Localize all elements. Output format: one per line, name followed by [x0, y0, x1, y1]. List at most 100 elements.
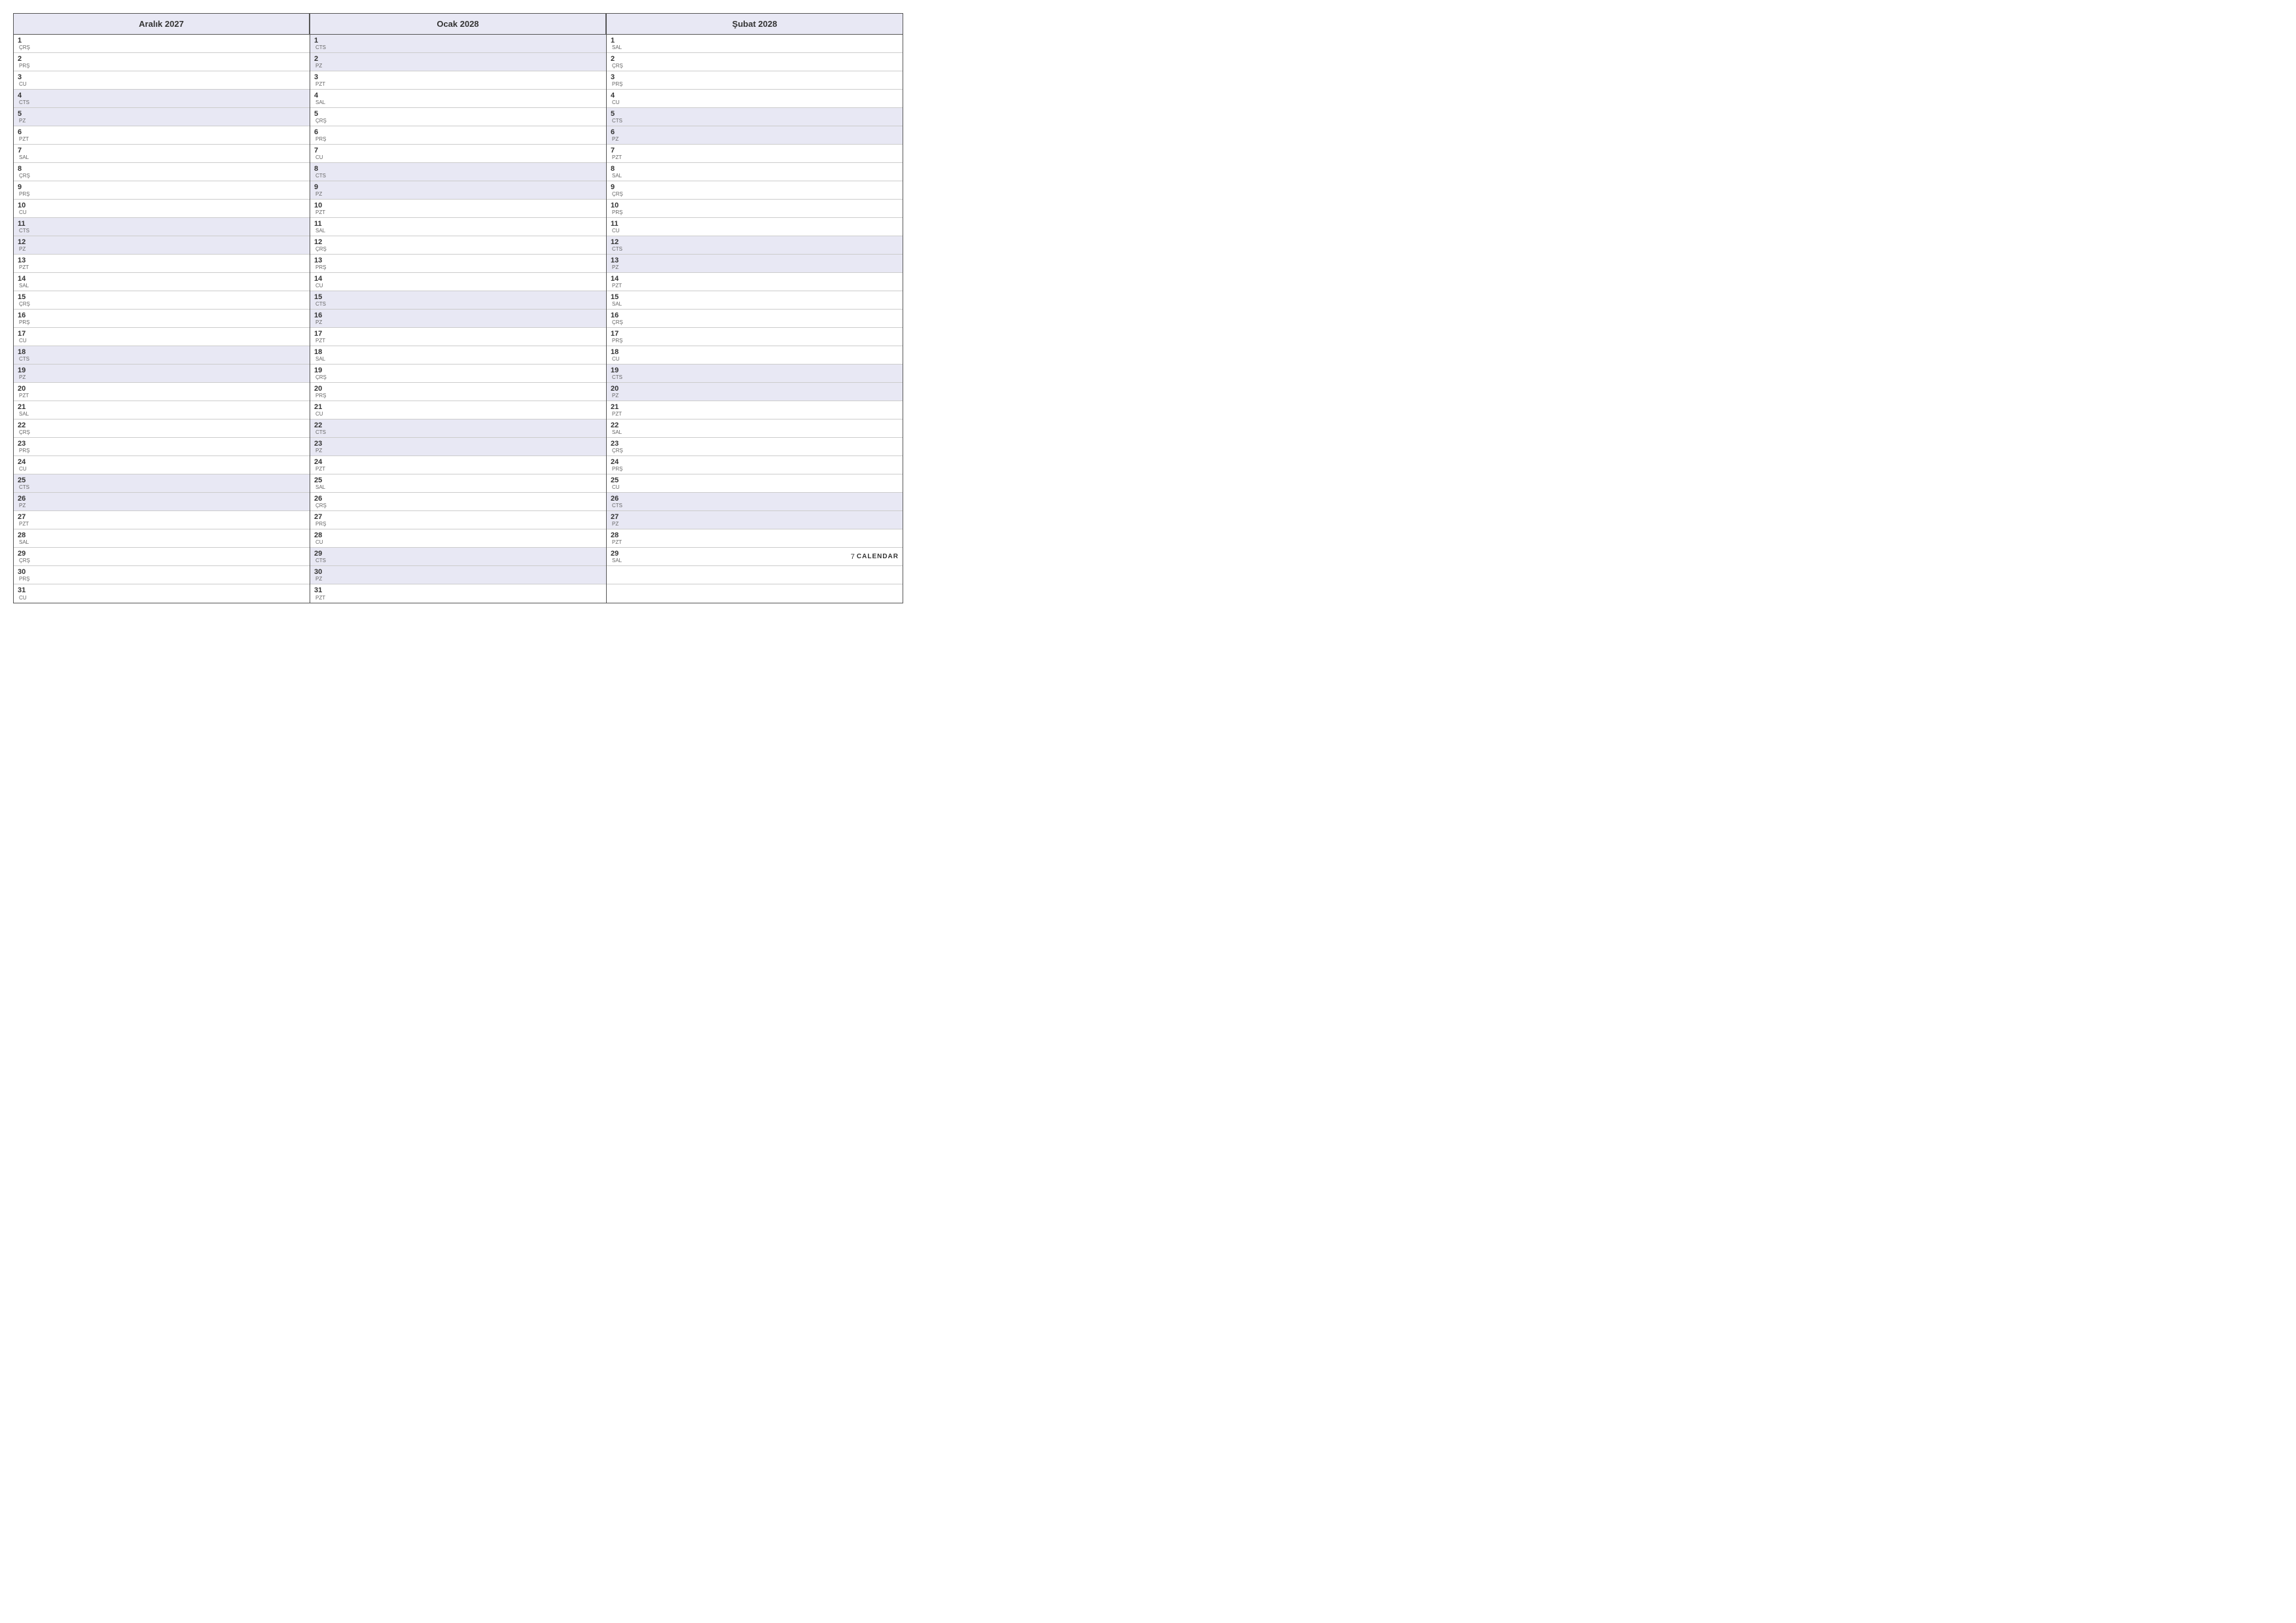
day-label: 14CU	[314, 275, 338, 289]
day-row: 19CTS	[607, 365, 903, 383]
day-row: 6PZT	[14, 126, 310, 145]
day-row: 20PZ	[607, 383, 903, 401]
day-row: 1SAL	[607, 35, 903, 53]
day-row: 26PZ	[14, 493, 310, 511]
day-name: SAL	[19, 412, 41, 417]
day-name: SAL	[315, 357, 338, 362]
day-name: PZ	[315, 448, 338, 454]
day-row: 4SAL	[310, 90, 606, 108]
day-name: PZ	[612, 265, 634, 270]
day-name: PZT	[315, 467, 338, 472]
day-label: 24PRŞ	[611, 458, 634, 472]
day-name: CU	[315, 283, 338, 289]
day-label: 22CTS	[314, 421, 338, 435]
day-name: CU	[315, 155, 338, 160]
day-name: CTS	[19, 357, 41, 362]
day-row-empty	[607, 566, 903, 584]
day-name: ÇRŞ	[19, 558, 41, 563]
day-row: 3PZT	[310, 71, 606, 90]
day-row: 28PZT	[607, 529, 903, 548]
day-label: 4CTS	[18, 92, 41, 105]
day-label: 5CTS	[611, 110, 634, 124]
day-name: PRŞ	[315, 265, 338, 270]
day-label: 18SAL	[314, 348, 338, 362]
day-row: 23PZ	[310, 438, 606, 456]
day-label: 20PZT	[18, 385, 41, 399]
day-name: PZT	[612, 540, 634, 545]
day-row-empty	[607, 584, 903, 603]
day-label: 12CTS	[611, 238, 634, 252]
day-name: CU	[19, 338, 41, 344]
day-name: PZ	[612, 137, 634, 142]
day-row: 18SAL	[310, 346, 606, 365]
day-row: 21SAL	[14, 401, 310, 419]
day-label: 30PRŞ	[18, 568, 41, 582]
day-row: 15CTS	[310, 291, 606, 310]
day-label: 21PZT	[611, 403, 634, 417]
day-label: 1ÇRŞ	[18, 37, 41, 50]
day-label: 16ÇRŞ	[611, 312, 634, 325]
day-name: ÇRŞ	[315, 375, 338, 380]
day-row: 20PZT	[14, 383, 310, 401]
day-name: CTS	[315, 173, 338, 179]
day-row: 16ÇRŞ	[607, 310, 903, 328]
day-label: 28CU	[314, 531, 338, 545]
day-name: SAL	[19, 155, 41, 160]
day-row: 12ÇRŞ	[310, 236, 606, 255]
day-name: SAL	[315, 228, 338, 234]
day-name: PZT	[315, 210, 338, 215]
day-label: 9ÇRŞ	[611, 183, 634, 197]
day-row: 19ÇRŞ	[310, 365, 606, 383]
day-label: 9PZ	[314, 183, 338, 197]
day-label: 31PZT	[314, 586, 338, 600]
day-name: SAL	[612, 558, 634, 563]
day-name: PZT	[612, 155, 634, 160]
day-name: CTS	[19, 228, 41, 234]
day-label: 13PRŞ	[314, 257, 338, 270]
day-label: 13PZ	[611, 257, 634, 270]
day-label: 24CU	[18, 458, 41, 472]
day-label: 10PRŞ	[611, 202, 634, 215]
day-label: 18CTS	[18, 348, 41, 362]
day-row: 18CU	[607, 346, 903, 365]
day-name: PRŞ	[315, 137, 338, 142]
day-row: 15SAL	[607, 291, 903, 310]
day-row: 17PRŞ	[607, 328, 903, 346]
months-row: Aralık 20271ÇRŞ2PRŞ3CU4CTS5PZ6PZT7SAL8ÇR…	[14, 14, 903, 603]
day-name: PZT	[612, 412, 634, 417]
day-label: 11SAL	[314, 220, 338, 234]
month-col-ocak-2028: Ocak 20281CTS2PZ3PZT4SAL5ÇRŞ6PRŞ7CU8CTS9…	[310, 14, 607, 603]
day-label: 15CTS	[314, 293, 338, 307]
day-label: 16PRŞ	[18, 312, 41, 325]
brand-number: 7	[851, 553, 855, 561]
day-name: CU	[612, 357, 634, 362]
day-row: 8CTS	[310, 163, 606, 181]
day-label: 17CU	[18, 330, 41, 344]
day-row: 22CTS	[310, 419, 606, 438]
day-row: 8SAL	[607, 163, 903, 181]
day-label: 14SAL	[18, 275, 41, 289]
day-name: CTS	[315, 558, 338, 563]
day-name: PZ	[19, 118, 41, 124]
day-row: 23ÇRŞ	[607, 438, 903, 456]
day-row: 30PZ	[310, 566, 606, 584]
day-row: 20PRŞ	[310, 383, 606, 401]
day-row: 6PZ	[607, 126, 903, 145]
day-label: 6PZT	[18, 128, 41, 142]
day-name: PZ	[612, 522, 634, 527]
day-label: 2ÇRŞ	[611, 55, 634, 69]
day-name: CTS	[612, 247, 634, 252]
day-label: 26ÇRŞ	[314, 495, 338, 508]
day-row: 2ÇRŞ	[607, 53, 903, 71]
day-name: CTS	[315, 430, 338, 435]
day-name: ÇRŞ	[315, 503, 338, 508]
day-label: 7PZT	[611, 147, 634, 160]
day-row: 24PRŞ	[607, 456, 903, 474]
month-header-aralik-2027: Aralık 2027	[14, 14, 310, 35]
day-name: SAL	[612, 45, 634, 50]
day-name: PRŞ	[315, 393, 338, 399]
day-row: 29SAL7CALENDAR	[607, 548, 903, 566]
day-row: 4CU	[607, 90, 903, 108]
day-label: 8ÇRŞ	[18, 165, 41, 179]
day-name: PZ	[315, 63, 338, 69]
